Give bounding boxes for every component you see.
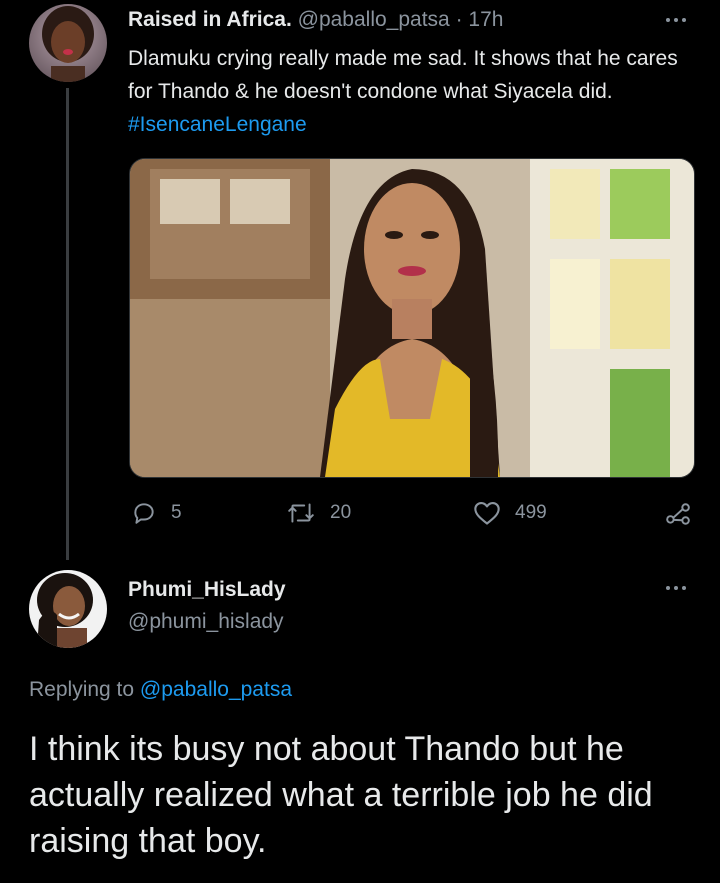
reply-more-icon[interactable] (666, 586, 686, 590)
replying-to-handle[interactable]: @paballo_patsa (140, 678, 292, 701)
avatar[interactable] (29, 4, 107, 82)
like-count: 499 (515, 502, 547, 523)
retweet-icon (288, 503, 314, 523)
tweet-body: Dlamuku crying really made me sad. It sh… (128, 47, 678, 103)
share-icon (666, 503, 690, 525)
reply-icon (134, 503, 154, 524)
display-name[interactable]: Raised in Africa. (128, 8, 292, 31)
reply-text: I think its busy not about Thando but he… (29, 730, 653, 860)
tweet-text: Dlamuku crying really made me sad. It sh… (128, 42, 688, 141)
reply-display-name[interactable]: Phumi_HisLady (128, 576, 286, 604)
share-action[interactable] (664, 501, 692, 532)
separator: · (455, 8, 463, 31)
retweet-action[interactable]: 20 (286, 500, 351, 526)
timestamp[interactable]: 17h (468, 8, 503, 31)
tweet: Raised in Africa. @paballo_patsa · 17h D… (0, 0, 720, 560)
avatar-image (29, 4, 107, 82)
reply-handle[interactable]: @phumi_hislady (128, 608, 286, 636)
reply-tweet: Phumi_HisLady @phumi_hislady Replying to… (0, 560, 720, 883)
tweet-media[interactable] (129, 158, 695, 478)
reply-count: 5 (171, 502, 182, 523)
reply-action[interactable]: 5 (131, 500, 182, 526)
more-icon[interactable] (666, 18, 686, 22)
like-action[interactable]: 499 (473, 500, 547, 526)
reply-avatar-image (29, 570, 107, 648)
replying-to: Replying to @paballo_patsa (29, 678, 292, 702)
heart-icon (474, 502, 500, 525)
hashtag-link[interactable]: #IsencaneLengane (128, 113, 307, 136)
reply-avatar[interactable] (29, 570, 107, 648)
media-image (130, 159, 694, 477)
replying-to-label: Replying to (29, 678, 135, 701)
retweet-count: 20 (330, 502, 352, 523)
tweet-header: Raised in Africa. @paballo_patsa · 17h (128, 8, 503, 32)
handle[interactable]: @paballo_patsa (298, 8, 450, 31)
